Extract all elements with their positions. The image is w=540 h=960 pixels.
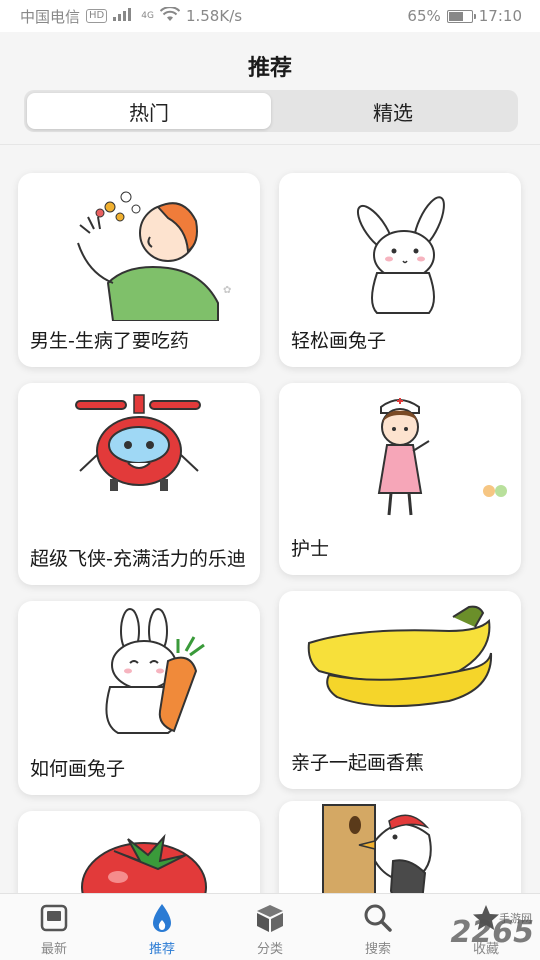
card-title: 超级飞侠-充满活力的乐迪: [30, 548, 246, 570]
drawing-card[interactable]: [18, 811, 260, 893]
segmented-control: 热门 精选: [24, 90, 518, 132]
tab-label: 分类: [256, 942, 283, 957]
hd-badge: HD: [86, 9, 108, 23]
tab-recommend[interactable]: 推荐: [108, 894, 216, 960]
drawing-card[interactable]: [279, 801, 521, 893]
card-title: 如何画兔子: [30, 758, 126, 780]
rabbit-drawing-icon: [356, 196, 445, 314]
tab-category[interactable]: 分类: [216, 894, 324, 960]
card-title: 轻松画兔子: [291, 330, 387, 352]
tomato-drawing-icon: [81, 833, 207, 893]
wifi-icon: [159, 5, 181, 26]
tab-search[interactable]: 搜索: [324, 894, 432, 960]
status-right: 65% 17:10: [407, 7, 522, 25]
sick-boy-drawing-icon: ✿: [77, 191, 231, 321]
nurse-drawing-icon: [377, 398, 507, 516]
battery-icon: [446, 9, 476, 23]
book-icon: [37, 901, 71, 935]
rabbit-carrot-drawing-icon: [105, 608, 205, 734]
drawing-grid: ✿ 男生-生病了要吃药 轻松画兔子 超级飞侠-充满活力的乐迪 护士 如何画兔子 …: [0, 145, 540, 893]
drawing-card[interactable]: 超级飞侠-充满活力的乐迪: [18, 383, 260, 585]
page-title: 推荐: [247, 56, 292, 81]
svg-text:✿: ✿: [223, 285, 231, 296]
tab-hot[interactable]: 热门: [27, 93, 271, 129]
search-icon: [361, 901, 395, 935]
battery-percent: 65%: [407, 7, 441, 25]
network-speed: 1.58K/s: [185, 7, 243, 25]
drawing-card[interactable]: 轻松画兔子: [279, 173, 521, 367]
drawing-card[interactable]: 如何画兔子: [18, 601, 260, 795]
tab-label: 搜索: [364, 942, 391, 957]
header: 推荐 热门 精选: [0, 32, 540, 144]
banana-drawing-icon: [307, 605, 493, 708]
woodpecker-drawing-icon: [322, 804, 432, 893]
flame-icon: [145, 901, 179, 935]
signal-icon: [113, 7, 135, 25]
card-title: 男生-生病了要吃药: [30, 330, 189, 352]
tab-label: 推荐: [148, 942, 175, 957]
drawing-card[interactable]: 亲子一起画香蕉: [279, 591, 521, 789]
status-bar: 中国电信 HD 4G 1.58K/s 65% 17:10: [0, 0, 540, 32]
drawing-card[interactable]: ✿ 男生-生病了要吃药: [18, 173, 260, 367]
battery-fill: [448, 11, 464, 21]
card-title: 亲子一起画香蕉: [291, 752, 425, 774]
tab-latest[interactable]: 最新: [0, 894, 108, 960]
box-icon: [253, 901, 287, 935]
network-type: 4G: [141, 11, 154, 21]
card-title: 护士: [291, 538, 330, 560]
tab-label: 最新: [40, 942, 67, 957]
plane-drawing-icon: [75, 394, 201, 491]
drawing-card[interactable]: 护士: [279, 383, 521, 575]
clock: 17:10: [478, 7, 522, 25]
carrier-name: 中国电信: [20, 7, 81, 26]
status-left: 中国电信 HD 4G 1.58K/s: [20, 5, 243, 27]
watermark-logo: 2265: [450, 915, 535, 950]
tab-featured[interactable]: 精选: [271, 93, 515, 129]
